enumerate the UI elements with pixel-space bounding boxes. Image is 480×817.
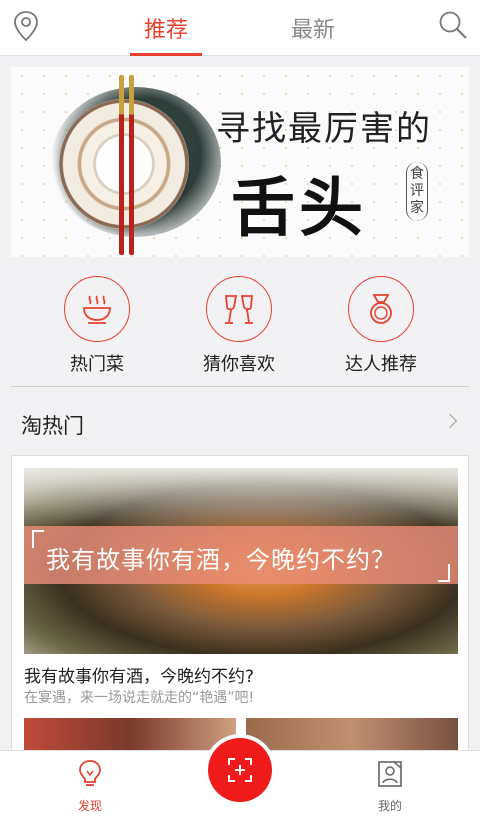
nav-mine[interactable]: 我的: [350, 759, 430, 814]
scan-button[interactable]: [208, 738, 272, 802]
search-icon[interactable]: [438, 10, 468, 40]
tab-recommend[interactable]: 推荐: [130, 12, 202, 56]
nav-discover[interactable]: 发现: [50, 759, 130, 814]
overlay-text: 我有故事你有酒，今晚约不约？: [46, 546, 396, 574]
category-guess-you-like[interactable]: 猜你喜欢: [179, 276, 299, 376]
chevron-right-icon[interactable]: [442, 413, 458, 429]
banner-title-line1: 寻找最厉害的: [216, 109, 432, 149]
bracket-right: [438, 564, 450, 582]
cheers-glasses-icon: [206, 276, 272, 342]
promo-banner[interactable]: 寻找最厉害的 舌头 食评家: [11, 67, 469, 257]
scan-icon: [228, 758, 252, 782]
card-image[interactable]: 我有故事你有酒，今晚约不约？: [24, 468, 458, 654]
card-title[interactable]: 我有故事你有酒，今晚约不约?: [24, 662, 254, 687]
image-highlight: [24, 468, 458, 528]
top-bar: 推荐 最新: [0, 0, 480, 56]
chopstick-left: [119, 75, 124, 255]
banner-subtitle: 食评家: [406, 162, 428, 221]
feature-card[interactable]: 我有故事你有酒，今晚约不约？ 我有故事你有酒，今晚约不约? 在宴遇，来一场说走就…: [11, 455, 469, 758]
ring-icon: [348, 276, 414, 342]
profile-card-icon: [378, 761, 402, 787]
category-label: 猜你喜欢: [203, 354, 275, 375]
bracket-left: [32, 530, 44, 548]
hot-dish-icon: [64, 276, 130, 342]
tab-latest[interactable]: 最新: [280, 12, 346, 56]
category-row: 热门菜 猜你喜欢 达人推荐: [11, 262, 469, 387]
nav-label: 发现: [77, 799, 102, 813]
section-header[interactable]: 淘热门: [11, 398, 469, 450]
scan-button-wrapper: [204, 734, 276, 806]
card-description: 在宴遇，来一场说走就走的“艳遇”吧!: [24, 690, 255, 706]
section-title: 淘热门: [21, 414, 84, 438]
category-expert-picks[interactable]: 达人推荐: [321, 276, 441, 376]
location-pin-icon[interactable]: [12, 10, 40, 42]
category-label: 热门菜: [70, 354, 124, 375]
plate-image: [59, 99, 189, 229]
category-hot-dishes[interactable]: 热门菜: [37, 276, 157, 376]
category-label: 达人推荐: [345, 354, 417, 375]
chopstick-right: [129, 75, 134, 255]
lightbulb-icon: [79, 760, 101, 786]
nav-label: 我的: [377, 799, 402, 813]
banner-title-line2: 舌头: [231, 171, 367, 246]
